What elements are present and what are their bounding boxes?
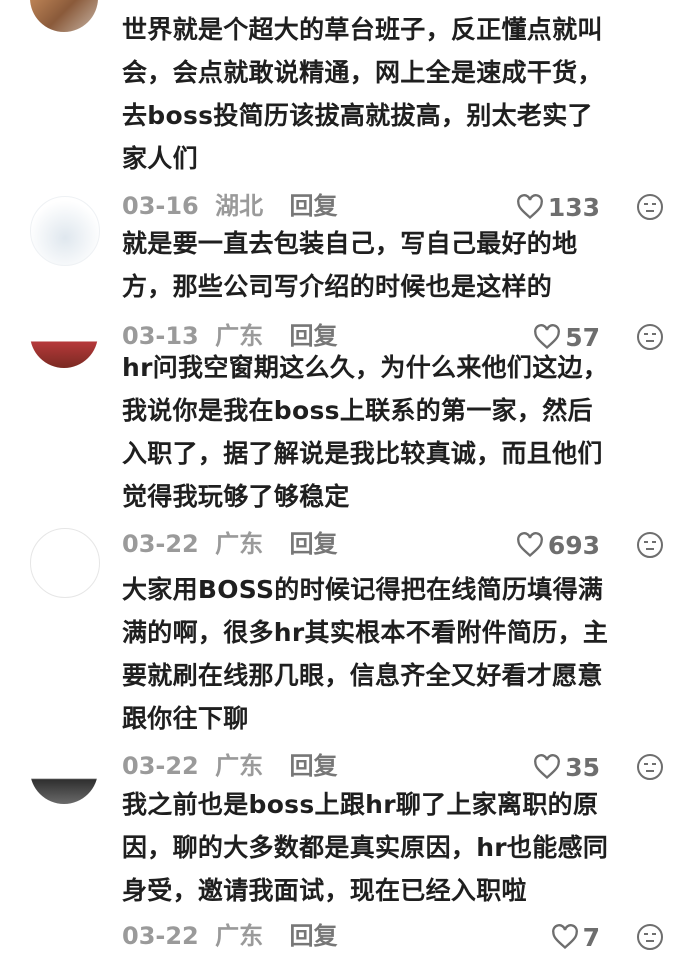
like-count: 35	[565, 752, 600, 782]
comment-date: 03-22	[122, 752, 199, 780]
unamused-face-icon[interactable]	[636, 531, 664, 559]
reply-button[interactable]: 回复	[289, 752, 337, 780]
comment-line: 大家用BOSS的时候记得把在线简历填得满	[122, 575, 604, 604]
comment-line: 要就刷在线那几眼，信息齐全又好看才愿意	[122, 661, 603, 690]
reply-button[interactable]: 回复	[289, 192, 337, 220]
comment-line: 因，聊的大多数都是真实原因，hr也能感同	[122, 833, 609, 862]
like-count: 133	[547, 192, 600, 222]
heart-outline-icon	[534, 754, 561, 780]
comment-line: hr问我空窗期这么久，为什么来他们这边，	[122, 353, 609, 382]
like-button[interactable]: 693	[516, 525, 600, 565]
comment-text: 世界就是个超大的草台班子，反正懂点就叫 会，会点就敢说精通，网上全是速成干货， …	[122, 8, 667, 180]
comment-line: 会，会点就敢说精通，网上全是速成干货，	[122, 58, 603, 87]
comment-meta: 03-22 广东 回复	[122, 916, 337, 956]
comment-line: 家人们	[122, 144, 198, 173]
like-button[interactable]: 133	[516, 187, 600, 227]
avatar[interactable]	[30, 0, 98, 32]
avatar[interactable]	[30, 528, 100, 598]
comment-line: 我说你是我在boss上联系的第一家，然后	[122, 396, 593, 425]
like-count: 693	[547, 530, 600, 560]
comment-meta: 03-22 广东 回复	[122, 524, 337, 564]
comment-line: 方，那些公司写介绍的时候也是这样的	[122, 272, 553, 301]
comment-date: 03-16	[122, 192, 199, 220]
comment-date: 03-22	[122, 530, 199, 558]
comment-line: 去boss投简历该拔高就拔高，别太老实了	[122, 101, 593, 130]
comment-line: 满的啊，很多hr其实根本不看附件简历，主	[122, 618, 609, 647]
comment-text: hr问我空窗期这么久，为什么来他们这边， 我说你是我在boss上联系的第一家，然…	[122, 346, 667, 518]
comment-line: 身受，邀请我面试，现在已经入职啦	[122, 876, 527, 905]
comment-line: 世界就是个超大的草台班子，反正懂点就叫	[122, 15, 603, 44]
comment-text: 我之前也是boss上跟hr聊了上家离职的原 因，聊的大多数都是真实原因，hr也能…	[122, 783, 667, 912]
like-button[interactable]: 7	[551, 917, 600, 957]
comment-location: 广东	[215, 530, 264, 558]
unamused-face-icon[interactable]	[636, 923, 664, 951]
unamused-face-icon[interactable]	[636, 193, 664, 221]
comment-text: 大家用BOSS的时候记得把在线简历填得满 满的啊，很多hr其实根本不看附件简历，…	[122, 568, 667, 740]
heart-outline-icon	[516, 532, 543, 558]
reply-button[interactable]: 回复	[289, 530, 337, 558]
comment-meta: 03-16 湖北 回复	[122, 186, 337, 226]
avatar[interactable]	[30, 736, 98, 804]
comment-date: 03-22	[122, 922, 199, 950]
unamused-face-icon[interactable]	[636, 753, 664, 781]
comment-line: 我之前也是boss上跟hr聊了上家离职的原	[122, 790, 599, 819]
comment-location: 广东	[215, 752, 264, 780]
heart-outline-icon	[516, 194, 543, 220]
comment-meta: 03-22 广东 回复	[122, 746, 337, 786]
heart-outline-icon	[551, 924, 578, 950]
avatar[interactable]	[30, 300, 98, 368]
reply-button[interactable]: 回复	[289, 922, 337, 950]
like-button[interactable]: 35	[533, 747, 600, 787]
comment-location: 广东	[215, 922, 264, 950]
comment-line: 觉得我玩够了够稳定	[122, 482, 350, 511]
comment-location: 湖北	[215, 192, 264, 220]
comment-line: 就是要一直去包装自己，写自己最好的地	[122, 229, 578, 258]
avatar[interactable]	[30, 196, 100, 266]
comment-line: 入职了，据了解说是我比较真诚，而且他们	[122, 439, 603, 468]
comment-text: 就是要一直去包装自己，写自己最好的地 方，那些公司写介绍的时候也是这样的	[122, 222, 667, 308]
comment-line: 跟你往下聊	[122, 704, 249, 733]
like-count: 7	[582, 922, 600, 952]
